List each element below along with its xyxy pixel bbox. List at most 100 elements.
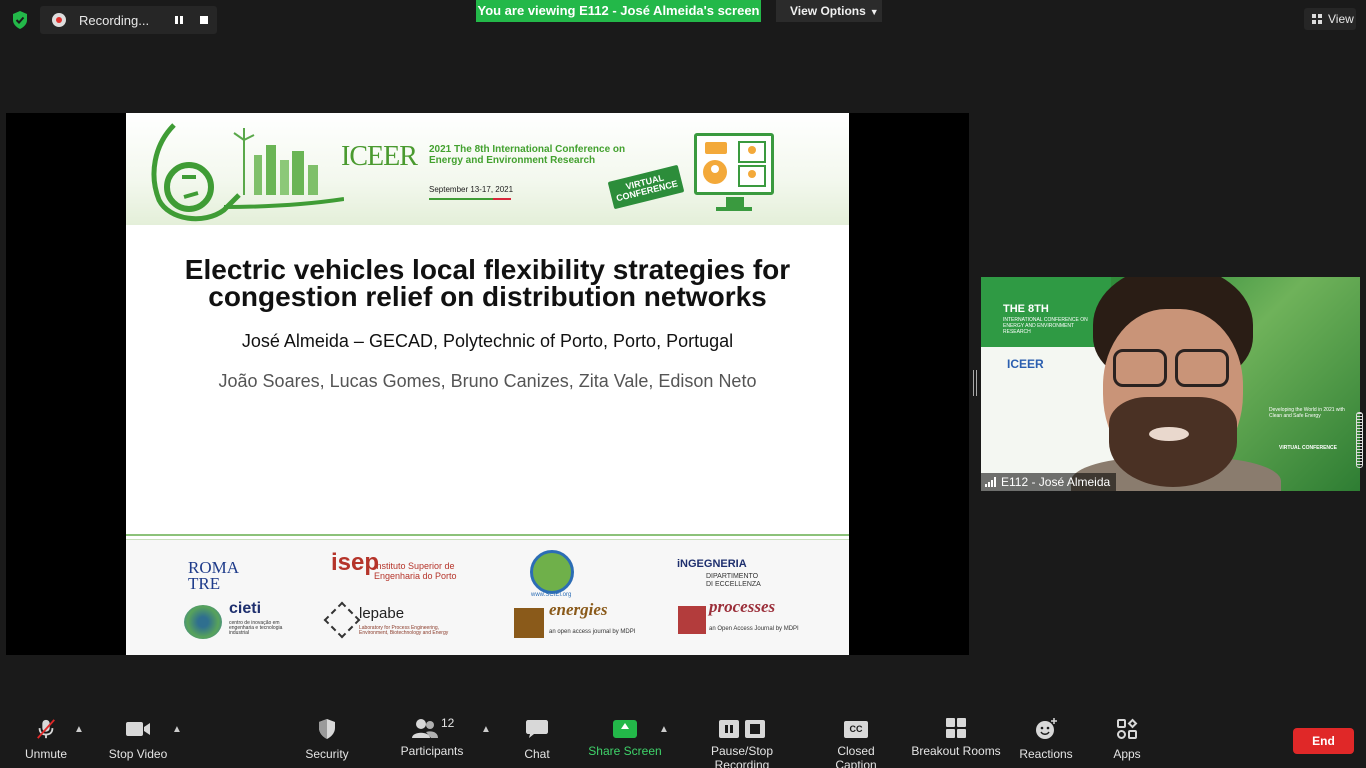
backdrop-subtitle: INTERNATIONAL CONFERENCE ON ENERGY AND E… [1003, 317, 1088, 335]
pause-icon [719, 720, 739, 738]
security-button[interactable]: Security [302, 718, 352, 761]
recording-label: Recording... [79, 12, 150, 28]
backdrop-title: THE 8TH [1003, 303, 1049, 315]
cieti-logo: cieti [229, 600, 262, 617]
chat-button[interactable]: Chat [518, 718, 556, 761]
stop-video-label: Stop Video [108, 747, 168, 761]
unmute-button[interactable]: Unmute [22, 718, 70, 761]
slide-title: Electric vehicles local flexibility stra… [126, 254, 849, 311]
reactions-button[interactable]: Reactions [1018, 718, 1074, 761]
iceer-logo-text: ICEER [341, 141, 418, 172]
slide-coauthors: João Soares, Lucas Gomes, Bruno Canizes,… [218, 371, 757, 391]
ingegneria-logo: iNGEGNERIA [677, 558, 747, 570]
presentation-slide: ICEER 2021 The 8th International Confere… [126, 113, 849, 655]
roma-tre-line2: TRE [188, 574, 221, 593]
conference-date: September 13-17, 2021 [429, 185, 514, 194]
apps-label: Apps [1113, 747, 1141, 761]
slide-title-line1: Electric vehicles local flexibility stra… [184, 254, 791, 285]
slide-divider [126, 534, 849, 536]
participants-label: Participants [400, 744, 464, 758]
pause-recording-icon[interactable] [173, 14, 185, 26]
glasses-left-lens [1113, 349, 1167, 387]
share-options-chevron-icon[interactable]: ▲ [659, 724, 669, 735]
processes-logo: processes [709, 597, 776, 616]
closed-caption-icon: CC [844, 721, 868, 738]
chat-label: Chat [524, 747, 550, 761]
video-options-chevron-icon[interactable]: ▲ [172, 724, 182, 735]
end-meeting-button[interactable]: End [1293, 728, 1354, 754]
glasses-right-lens [1175, 349, 1229, 387]
participants-icon [412, 719, 438, 738]
participant-video-tile[interactable]: THE 8TH INTERNATIONAL CONFERENCE ON ENER… [981, 277, 1360, 491]
view-label: View [1328, 12, 1354, 26]
closed-caption-button[interactable]: CC Closed Caption [816, 718, 896, 768]
ingegneria-logo-subtitle: DIPARTIMENTO DI ECCELLENZA [706, 573, 761, 588]
roma-tre-logo: ROMA TRE [188, 559, 239, 593]
view-options-label: View Options [790, 4, 866, 18]
microphone-muted-icon [37, 719, 55, 739]
participants-count: 12 [441, 716, 455, 730]
view-options-button[interactable]: View Options ▼ [776, 0, 882, 22]
zoom-meeting-window: Recording... You are viewing E112 - José… [0, 0, 1366, 768]
pause-stop-recording-button[interactable]: Pause/Stop Recording [682, 720, 802, 768]
backdrop-iceer: ICEER [1007, 357, 1044, 371]
lepabe-logo: lepabe [359, 605, 405, 622]
breakout-rooms-icon [946, 718, 966, 738]
monitor-stand [726, 197, 744, 207]
shield-icon [319, 719, 335, 739]
participants-icon-group: 12 [407, 716, 457, 740]
backdrop-tagline: Developing the World in 2021 with Clean … [1269, 407, 1345, 419]
security-label: Security [305, 747, 349, 761]
conference-name-line2: Energy and Environment Research [429, 155, 596, 166]
share-screen-icon [613, 720, 637, 738]
stop-icon [745, 720, 765, 738]
chat-bubble-icon [526, 720, 548, 738]
person-beard [1109, 397, 1237, 487]
cieti-logo-subtitle: centro de inovação em engenharia e tecno… [229, 620, 283, 636]
processes-logo-icon [678, 606, 706, 634]
meeting-toolbar: Unmute ▲ Stop Video ▲ Security 12 Partic… [0, 704, 1366, 768]
breakout-rooms-button[interactable]: Breakout Rooms [911, 718, 1001, 758]
video-camera-icon [126, 722, 150, 736]
share-screen-button[interactable]: Share Screen [588, 718, 662, 758]
date-underline [429, 198, 511, 200]
monitor-base [716, 207, 752, 211]
energies-logo-icon [514, 608, 544, 638]
participant-name: E112 - José Almeida [1001, 475, 1111, 489]
smiley-plus-icon [1036, 718, 1057, 739]
connection-signal-icon [985, 477, 996, 487]
participants-button[interactable]: 12 Participants [398, 716, 466, 758]
recycle-city-illustration-icon [151, 123, 344, 222]
recording-dot-icon [52, 13, 66, 27]
energies-logo-subtitle: an open access journal by MDPI [549, 629, 636, 635]
encryption-shield-icon[interactable] [10, 10, 30, 30]
apps-button[interactable]: Apps [1110, 718, 1144, 761]
chevron-down-icon: ▼ [869, 7, 879, 17]
grid-view-icon [1312, 14, 1322, 24]
participants-options-chevron-icon[interactable]: ▲ [481, 724, 491, 735]
stop-video-button[interactable]: Stop Video [106, 718, 170, 761]
apps-icon [1117, 718, 1138, 739]
isep-logo: isep [331, 549, 380, 576]
sciei-logo-icon [530, 550, 574, 594]
share-screen-label: Share Screen [588, 744, 662, 758]
video-panel-scroll-handle[interactable] [1356, 412, 1363, 468]
shared-screen: ICEER 2021 The 8th International Confere… [6, 113, 969, 655]
recording-indicator: Recording... [40, 6, 217, 34]
audio-options-chevron-icon[interactable]: ▲ [74, 724, 84, 735]
participant-name-label: E112 - José Almeida [981, 473, 1117, 491]
unmute-label: Unmute [24, 747, 68, 761]
split-view-resize-handle[interactable] [973, 370, 977, 396]
breakout-rooms-label: Breakout Rooms [911, 744, 1001, 758]
recording-controls-icons [682, 720, 802, 738]
pause-stop-recording-label: Pause/Stop Recording [710, 744, 774, 768]
monitor-illustration-icon [694, 133, 774, 195]
closed-caption-label: Closed Caption [835, 744, 877, 768]
stop-recording-icon[interactable] [200, 16, 208, 24]
slide-presenter: José Almeida – GECAD, Polytechnic of Por… [241, 331, 734, 351]
backdrop-virtual-label: VIRTUAL CONFERENCE [1279, 445, 1337, 451]
conference-name: 2021 The 8th International Conference on… [429, 144, 629, 166]
view-button[interactable]: View [1304, 8, 1356, 30]
viewing-screen-banner: You are viewing E112 - José Almeida's sc… [476, 0, 761, 22]
sciei-logo-subtitle: www.SCIEI.org [531, 592, 572, 598]
